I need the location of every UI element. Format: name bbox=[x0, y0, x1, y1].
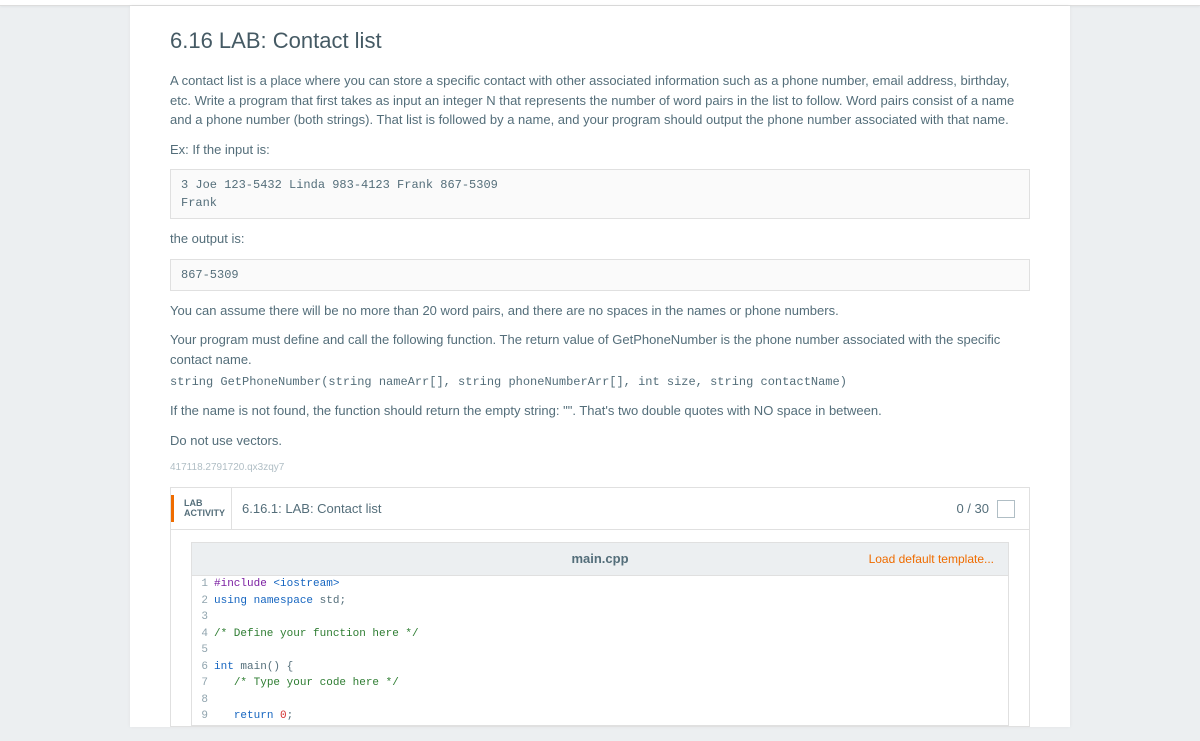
line-number: 5 bbox=[192, 642, 214, 659]
code-text[interactable]: int main() { bbox=[214, 659, 1008, 676]
code-line[interactable]: 1#include <iostream> bbox=[192, 576, 1008, 593]
example-output-label: the output is: bbox=[170, 229, 1030, 249]
line-number: 4 bbox=[192, 626, 214, 643]
code-line[interactable]: 6int main() { bbox=[192, 659, 1008, 676]
code-text[interactable]: /* Type your code here */ bbox=[214, 675, 1008, 692]
editor-topbar: main.cpp Load default template... bbox=[191, 542, 1009, 576]
function-signature-code: string GetPhoneNumber(string nameArr[], … bbox=[170, 375, 847, 389]
no-vectors-text: Do not use vectors. bbox=[170, 431, 1030, 451]
line-number: 2 bbox=[192, 593, 214, 610]
line-number: 6 bbox=[192, 659, 214, 676]
example-input-block: 3 Joe 123-5432 Linda 983-4123 Frank 867-… bbox=[170, 169, 1030, 219]
code-editor[interactable]: 1#include <iostream>2using namespace std… bbox=[191, 576, 1009, 726]
example-input-label: Ex: If the input is: bbox=[170, 140, 1030, 160]
code-text[interactable]: #include <iostream> bbox=[214, 576, 1008, 593]
example-output-block: 867-5309 bbox=[170, 259, 1030, 291]
code-text[interactable]: /* Define your function here */ bbox=[214, 626, 1008, 643]
editor-zone: main.cpp Load default template... 1#incl… bbox=[171, 530, 1029, 726]
activity-score: 0 / 30 bbox=[956, 499, 989, 519]
lab-activity-panel: LAB ACTIVITY 6.16.1: LAB: Contact list 0… bbox=[170, 487, 1030, 727]
function-intro: Your program must define and call the fo… bbox=[170, 330, 1030, 369]
line-number: 1 bbox=[192, 576, 214, 593]
editor-filename: main.cpp bbox=[571, 549, 628, 569]
code-line[interactable]: 2using namespace std; bbox=[192, 593, 1008, 610]
assumption-text: You can assume there will be no more tha… bbox=[170, 301, 1030, 321]
line-number: 8 bbox=[192, 692, 214, 709]
line-number: 7 bbox=[192, 675, 214, 692]
content-card: 6.16 LAB: Contact list A contact list is… bbox=[130, 6, 1070, 727]
activity-header: LAB ACTIVITY 6.16.1: LAB: Contact list 0… bbox=[171, 488, 1029, 530]
code-text[interactable] bbox=[214, 609, 1008, 626]
code-line[interactable]: 5 bbox=[192, 642, 1008, 659]
code-line[interactable]: 4/* Define your function here */ bbox=[192, 626, 1008, 643]
code-line[interactable]: 3 bbox=[192, 609, 1008, 626]
code-line[interactable]: 8 bbox=[192, 692, 1008, 709]
badge-line-2: ACTIVITY bbox=[184, 509, 221, 519]
activity-title: 6.16.1: LAB: Contact list bbox=[231, 488, 956, 529]
code-line[interactable]: 7 /* Type your code here */ bbox=[192, 675, 1008, 692]
code-text[interactable]: using namespace std; bbox=[214, 593, 1008, 610]
not-found-text: If the name is not found, the function s… bbox=[170, 401, 1030, 421]
code-text[interactable]: return 0; bbox=[214, 708, 1008, 725]
line-number: 9 bbox=[192, 708, 214, 725]
code-text[interactable] bbox=[214, 642, 1008, 659]
score-indicator-box[interactable] bbox=[997, 500, 1015, 518]
page-title: 6.16 LAB: Contact list bbox=[170, 24, 1030, 57]
intro-paragraph: A contact list is a place where you can … bbox=[170, 71, 1030, 130]
code-line[interactable]: 9 return 0; bbox=[192, 708, 1008, 725]
line-number: 3 bbox=[192, 609, 214, 626]
load-default-template-link[interactable]: Load default template... bbox=[869, 550, 994, 568]
function-signature: string GetPhoneNumber(string nameArr[], … bbox=[170, 371, 1030, 391]
code-text[interactable] bbox=[214, 692, 1008, 709]
activity-badge: LAB ACTIVITY bbox=[171, 495, 231, 523]
internal-id: 417118.2791720.qx3zqy7 bbox=[170, 460, 1030, 475]
